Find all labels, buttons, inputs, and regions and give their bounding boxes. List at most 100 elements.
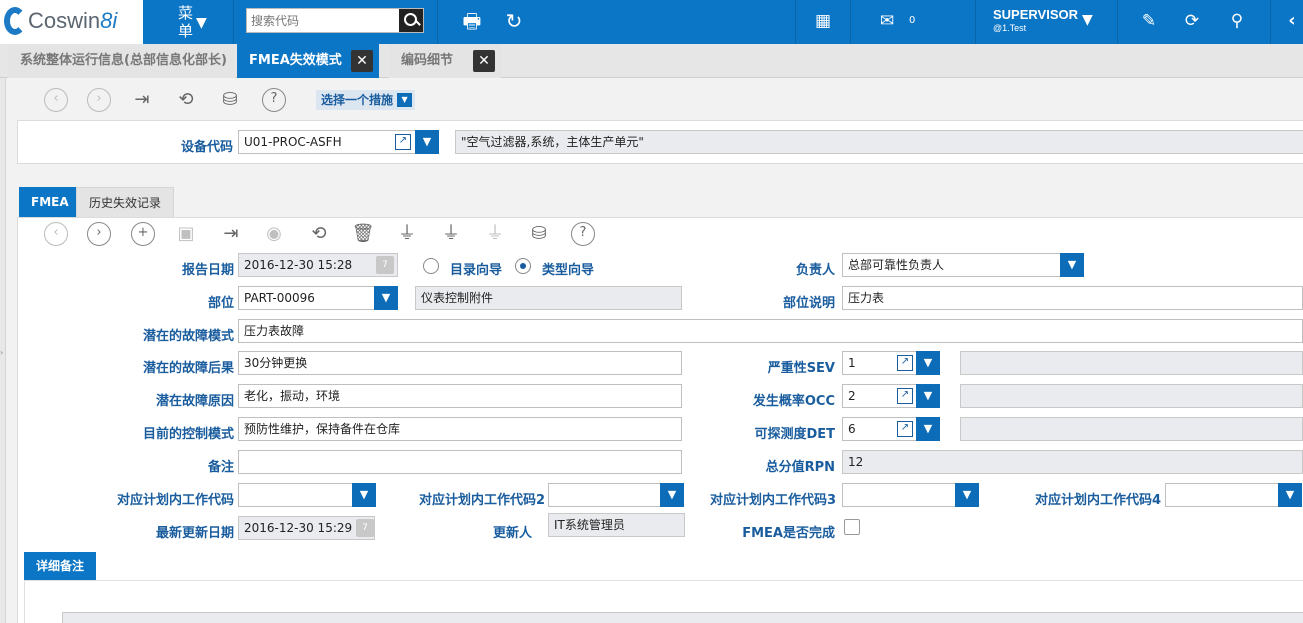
owner-label: 负责人 xyxy=(795,263,835,278)
caret-down-icon: ▼ xyxy=(196,15,207,31)
control-field[interactable]: 预防性维护，保持备件在仓库 xyxy=(238,417,682,441)
form-icon[interactable]: ✎ xyxy=(1137,9,1161,33)
sync-icon[interactable]: ⟳ xyxy=(1180,9,1204,33)
report-date-field: 2016-12-30 15:28 xyxy=(238,253,398,277)
work-code-4-dropdown-button[interactable]: ▼ xyxy=(1278,483,1302,507)
tab-fmea[interactable]: FMEA失效模式 ✕ xyxy=(237,44,379,78)
occ-dropdown-button[interactable]: ▼ xyxy=(916,384,940,408)
updater-value: IT系统管理员 xyxy=(554,518,625,532)
export-button[interactable]: ⇥ xyxy=(130,88,154,112)
equipment-description-value: "空气过滤器,系统，主体生产单元" xyxy=(461,135,644,149)
action-select-label: 选择一个措施 xyxy=(321,93,394,107)
notification-icon[interactable]: ✉ xyxy=(875,9,899,33)
calendar-icon[interactable]: 7 xyxy=(356,519,374,537)
work-code-3-label: 对应计划内工作代码3 xyxy=(709,493,836,508)
equipment-dropdown-button[interactable]: ▼ xyxy=(415,130,439,154)
part-label: 部位 xyxy=(207,296,234,311)
sev-dropdown-button[interactable]: ▼ xyxy=(916,351,940,375)
failure-effect-label: 潜在的故障后果 xyxy=(142,361,234,376)
failure-mode-field[interactable]: 压力表故障 xyxy=(238,319,1303,343)
tab-system-overview[interactable]: 系统整体运行信息(总部信息化部长) xyxy=(8,44,235,78)
prev-record-button[interactable]: ‹ xyxy=(44,88,68,112)
fmea-delete-button[interactable]: 🗑 xyxy=(351,222,375,246)
type-wizard-radio[interactable] xyxy=(515,258,531,274)
fmea-view-button[interactable]: ◉ xyxy=(262,222,286,246)
reload-button[interactable]: ⟲ xyxy=(174,88,198,112)
next-record-button[interactable]: › xyxy=(87,88,111,112)
fmea-db-search-button[interactable]: ⛁ xyxy=(527,222,551,246)
logo: Coswin8i xyxy=(0,0,143,44)
sidebar-toggle[interactable]: › xyxy=(0,78,6,623)
fmea-done-checkbox[interactable] xyxy=(844,519,860,535)
sev-value: 1 xyxy=(848,356,856,370)
work-code-2-dropdown-button[interactable]: ▼ xyxy=(660,483,684,507)
part-desc-field[interactable]: 压力表 xyxy=(842,286,1303,310)
chevron-left-icon[interactable]: ‹ xyxy=(1280,9,1303,33)
open-link-icon[interactable]: ↗ xyxy=(897,421,913,437)
control-label: 目前的控制模式 xyxy=(142,427,234,442)
owner-field[interactable]: 总部可靠性负责人 xyxy=(842,253,1084,277)
open-link-icon[interactable]: ↗ xyxy=(897,388,913,404)
subtab-label: FMEA xyxy=(31,195,69,209)
rpn-field: 12 xyxy=(842,450,1303,474)
report-date-label: 报告日期 xyxy=(181,263,234,278)
user-name: SUPERVISOR xyxy=(993,7,1079,22)
search-input[interactable] xyxy=(247,9,397,32)
fmea-export-button[interactable]: ⇥ xyxy=(219,222,243,246)
filter-add-icon[interactable]: ⏚ xyxy=(395,222,419,246)
part-dropdown-button[interactable]: ▼ xyxy=(374,286,398,310)
det-dropdown-button[interactable]: ▼ xyxy=(916,417,940,441)
fmea-done-label: FMEA是否完成 xyxy=(742,526,835,541)
fmea-prev-button[interactable]: ‹ xyxy=(44,222,68,246)
work-code-2-label: 对应计划内工作代码2 xyxy=(418,493,545,508)
calendar-icon[interactable]: 7 xyxy=(376,256,394,274)
user-menu[interactable]: SUPERVISOR @1.Test xyxy=(993,7,1078,33)
last-update-value: 2016-12-30 15:29 xyxy=(244,521,353,535)
close-icon[interactable]: ✕ xyxy=(351,50,373,72)
failure-effect-field[interactable]: 30分钟更换 xyxy=(238,351,682,375)
tab-code-detail[interactable]: 编码细节 ✕ xyxy=(389,44,501,78)
work-code-1-dropdown-button[interactable]: ▼ xyxy=(352,483,376,507)
action-select[interactable]: 选择一个措施 ▼ xyxy=(316,90,416,110)
last-update-field: 2016-12-30 15:29 xyxy=(238,516,375,540)
database-search-button[interactable]: ⛁ xyxy=(218,88,242,112)
detail-notes-label: 详细备注 xyxy=(36,559,85,573)
print-icon[interactable]: 🖶 xyxy=(460,9,484,33)
top-bar: Coswin8i 菜 单 ▼ 🖶 ↻ ▦ ✉ 0 SUPERVISOR @1.T… xyxy=(0,0,1303,44)
location-icon[interactable]: ⚲ xyxy=(1225,9,1249,33)
sev-description-field xyxy=(960,351,1303,375)
filter-clear-icon[interactable]: ⏚ xyxy=(483,222,507,246)
part-name-value: 仪表控制附件 xyxy=(421,291,494,305)
work-code-3-dropdown-button[interactable]: ▼ xyxy=(955,483,979,507)
refresh-icon[interactable]: ↻ xyxy=(502,9,526,33)
equipment-code-value: U01-PROC-ASFH xyxy=(244,135,342,149)
catalog-wizard-label: 目录向导 xyxy=(450,263,503,278)
subtab-fmea[interactable]: FMEA xyxy=(19,187,81,217)
fmea-add-button[interactable]: + xyxy=(131,222,155,246)
fmea-next-button[interactable]: › xyxy=(87,222,111,246)
occ-label: 发生概率OCC xyxy=(752,394,835,409)
fmea-help-button[interactable]: ? xyxy=(571,222,595,246)
excel-icon[interactable]: ▦ xyxy=(811,9,835,33)
search-icon[interactable] xyxy=(399,9,423,32)
control-value: 预防性维护，保持备件在仓库 xyxy=(244,422,401,436)
filter-apply-icon[interactable]: ⏚ xyxy=(439,222,463,246)
catalog-wizard-radio[interactable] xyxy=(423,258,439,274)
help-button[interactable]: ? xyxy=(262,88,286,112)
failure-mode-label: 潜在的故障模式 xyxy=(142,329,234,344)
close-icon[interactable]: ✕ xyxy=(473,50,495,72)
open-link-icon[interactable]: ↗ xyxy=(897,355,913,371)
fmea-save-button[interactable]: ▣ xyxy=(174,222,198,246)
user-caret-icon[interactable]: ▼ xyxy=(1082,12,1093,28)
note-field[interactable] xyxy=(238,450,682,474)
occ-description-field xyxy=(960,384,1303,408)
failure-cause-field[interactable]: 老化，振动，环境 xyxy=(238,384,682,408)
fmea-reload-button[interactable]: ⟲ xyxy=(307,222,331,246)
work-code-1-label: 对应计划内工作代码 xyxy=(116,493,234,508)
detail-notes-tab[interactable]: 详细备注 xyxy=(24,552,97,580)
menu-button[interactable]: 菜 单 ▼ xyxy=(170,3,220,41)
subtab-history[interactable]: 历史失效记录 xyxy=(76,187,175,217)
owner-dropdown-button[interactable]: ▼ xyxy=(1060,253,1084,277)
detail-notes-field[interactable] xyxy=(62,612,1303,623)
open-link-icon[interactable]: ↗ xyxy=(395,134,411,150)
